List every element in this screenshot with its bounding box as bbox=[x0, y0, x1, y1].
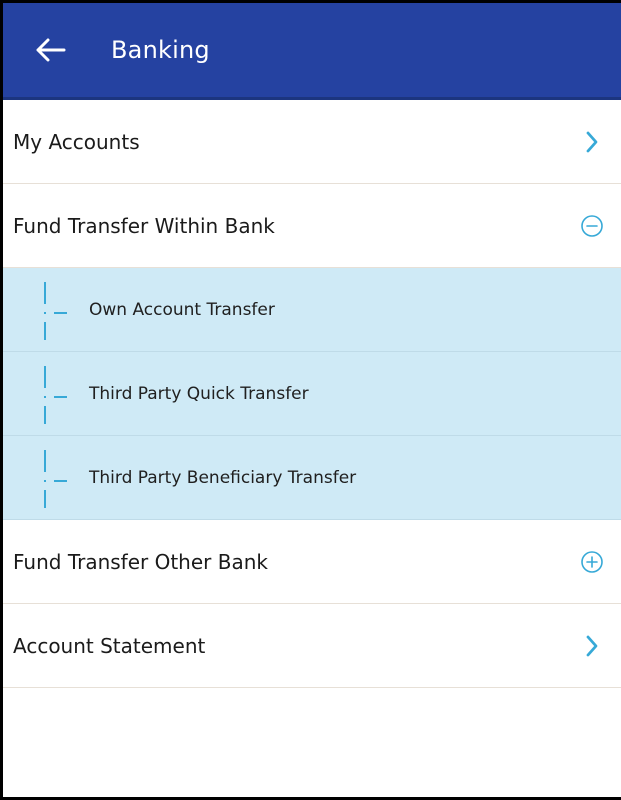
empty-space bbox=[3, 688, 621, 768]
plus-circle-icon[interactable] bbox=[579, 549, 605, 575]
arrow-left-icon bbox=[36, 38, 66, 62]
menu-item-label: My Accounts bbox=[13, 129, 140, 154]
tree-connector-icon bbox=[44, 450, 67, 508]
app-header: Banking bbox=[3, 3, 621, 100]
submenu-item-third-party-beneficiary-transfer[interactable]: Third Party Beneficiary Transfer bbox=[3, 436, 621, 520]
tree-connector-icon bbox=[44, 366, 67, 424]
menu-item-label: Fund Transfer Within Bank bbox=[13, 213, 275, 238]
back-button[interactable] bbox=[33, 32, 69, 68]
menu-item-fund-transfer-within-bank[interactable]: Fund Transfer Within Bank bbox=[3, 184, 621, 268]
menu-item-fund-transfer-other-bank[interactable]: Fund Transfer Other Bank bbox=[3, 520, 621, 604]
page-title: Banking bbox=[111, 36, 210, 64]
banking-screen: Banking My Accounts Fund Transfer Within… bbox=[0, 0, 621, 800]
submenu-item-third-party-quick-transfer[interactable]: Third Party Quick Transfer bbox=[3, 352, 621, 436]
menu-item-account-statement[interactable]: Account Statement bbox=[3, 604, 621, 688]
minus-circle-icon[interactable] bbox=[579, 213, 605, 239]
menu-item-my-accounts[interactable]: My Accounts bbox=[3, 100, 621, 184]
submenu-item-own-account-transfer[interactable]: Own Account Transfer bbox=[3, 268, 621, 352]
chevron-right-icon bbox=[579, 633, 605, 659]
submenu-item-label: Third Party Quick Transfer bbox=[89, 383, 309, 404]
tree-connector-icon bbox=[44, 282, 67, 340]
submenu-item-label: Own Account Transfer bbox=[89, 299, 275, 320]
menu-item-label: Fund Transfer Other Bank bbox=[13, 549, 268, 574]
submenu-item-label: Third Party Beneficiary Transfer bbox=[89, 467, 357, 488]
chevron-right-icon bbox=[579, 129, 605, 155]
menu-item-label: Account Statement bbox=[13, 633, 206, 658]
